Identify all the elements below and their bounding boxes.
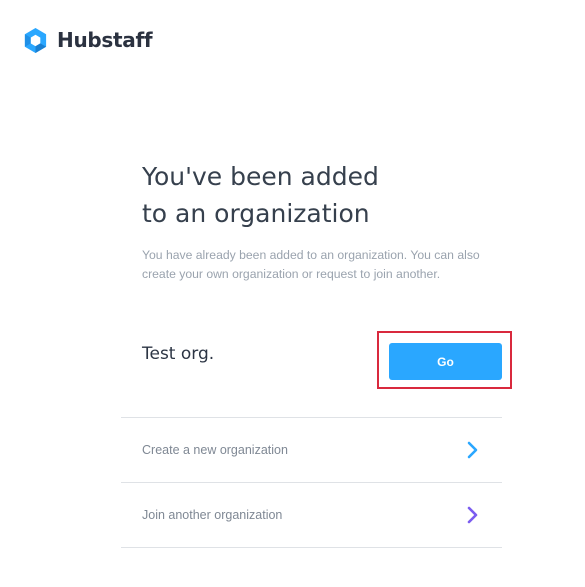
- page-description: You have already been added to an organi…: [142, 246, 522, 284]
- page-title: You've been added to an organization: [142, 158, 522, 232]
- page-title-line-2: to an organization: [142, 199, 370, 228]
- organization-name: Test org.: [142, 344, 215, 364]
- join-organization-option[interactable]: Join another organization: [121, 483, 502, 547]
- create-organization-label: Create a new organization: [142, 443, 288, 457]
- create-organization-option[interactable]: Create a new organization: [121, 418, 502, 482]
- join-organization-label: Join another organization: [142, 508, 283, 522]
- app-header: Hubstaff: [22, 25, 153, 55]
- chevron-right-icon: [467, 441, 478, 459]
- divider: [121, 547, 502, 548]
- brand-name: Hubstaff: [57, 28, 153, 52]
- hubstaff-logo-icon: [24, 27, 47, 53]
- description-line-2: create your own organization or request …: [142, 267, 441, 281]
- chevron-right-icon: [467, 506, 478, 524]
- go-button[interactable]: Go: [389, 343, 502, 380]
- description-line-1: You have already been added to an organi…: [142, 248, 480, 262]
- page-title-line-1: You've been added: [142, 162, 379, 191]
